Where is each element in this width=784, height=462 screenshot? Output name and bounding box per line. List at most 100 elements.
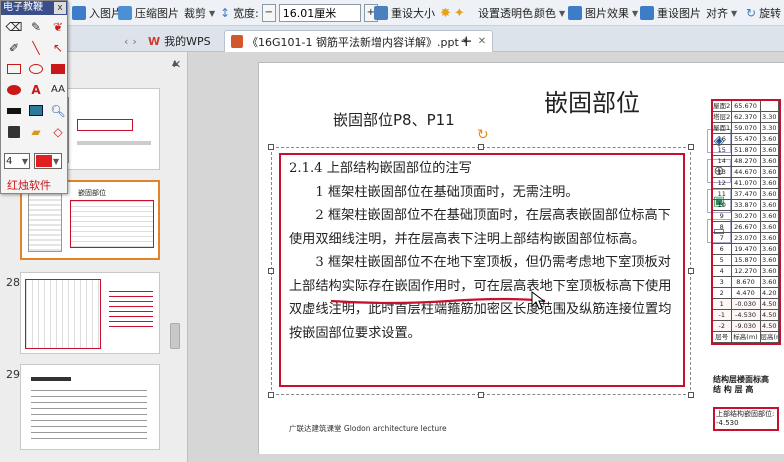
table-cell: 9 xyxy=(713,211,732,221)
table-cell: 30.270 xyxy=(732,211,761,221)
set-transparent-button[interactable]: 设置透明色 xyxy=(478,3,533,23)
font-size-tool[interactable]: AA xyxy=(48,80,68,99)
pencil-icon: ✐ xyxy=(8,40,20,55)
filled-ellipse-tool[interactable] xyxy=(4,80,24,99)
new-tab-button[interactable]: + xyxy=(454,30,479,52)
table-cell xyxy=(761,101,779,111)
resize-handle[interactable] xyxy=(268,268,274,274)
ellipse-icon xyxy=(29,63,43,74)
toolbox-titlebar[interactable]: 电子教鞭 x xyxy=(1,1,67,15)
table-cell: 3 xyxy=(713,277,732,287)
table-cell: 5 xyxy=(713,255,732,265)
tab-ppt[interactable]: 《16G101-1 钢筋平法新增内容详解》.ppt * ✕ xyxy=(224,30,494,52)
picture-effect-button[interactable]: 图片效果 ▼ xyxy=(568,3,638,23)
star-icon[interactable]: ✦ xyxy=(454,6,465,21)
tab-wps[interactable]: W 我的WPS xyxy=(142,30,217,52)
magnifier-icon: 🔍︎ xyxy=(50,103,66,118)
reset-size-button[interactable]: 重设大小 xyxy=(374,3,435,23)
table-cell: 塔层2 xyxy=(713,112,732,122)
resize-handle[interactable] xyxy=(268,144,274,150)
table-cell: 4.50 xyxy=(761,321,779,331)
table-row: 塔层2 62.370 3.30 xyxy=(713,112,779,123)
pen-color-select[interactable]: ▼ xyxy=(34,153,62,169)
table-row: 16 55.470 3.60 xyxy=(713,134,779,145)
table-row: 12 41.070 3.60 xyxy=(713,178,779,189)
open-tool[interactable]: ▰ xyxy=(26,122,46,141)
reset-picture-button[interactable]: 重设图片 xyxy=(640,3,701,23)
thumbnail-scrollbar[interactable]: ▲ xyxy=(168,58,182,458)
thumb-figure xyxy=(28,186,62,252)
rotate-handle-icon[interactable]: ↻ xyxy=(477,127,489,143)
resize-handle[interactable] xyxy=(478,144,484,150)
table-cell: -1 xyxy=(713,310,732,320)
sparkle-icon[interactable]: ✸ xyxy=(440,6,451,21)
scrollbar-thumb[interactable] xyxy=(170,323,180,349)
chevron-down-icon: ▼ xyxy=(731,8,738,18)
slide-thumbnail[interactable] xyxy=(20,364,160,450)
filled-rect-tool[interactable] xyxy=(48,59,68,78)
thumb-text-lines xyxy=(31,389,147,439)
close-icon[interactable]: x xyxy=(54,2,66,14)
slide-number: 29 xyxy=(6,368,20,381)
resize-handle[interactable] xyxy=(478,392,484,398)
text-tool[interactable]: A xyxy=(26,80,46,99)
screen-tool[interactable] xyxy=(26,101,46,120)
width-input[interactable] xyxy=(278,4,361,22)
table-cell: 3.60 xyxy=(761,167,779,177)
pencil-tool[interactable]: ✐ xyxy=(4,38,24,57)
eraser-icon: ⌫ xyxy=(5,19,23,34)
decrease-width-button[interactable]: − xyxy=(261,4,276,22)
table-cell: 15 xyxy=(713,145,732,155)
pen-tool[interactable]: ✎ xyxy=(26,17,46,36)
highlighted-text-box[interactable]: 2.1.4 上部结构嵌固部位的注写 1 框架柱嵌固部位在基础顶面时，无需注明。 … xyxy=(279,153,685,387)
diamond-tool[interactable]: ◇ xyxy=(48,122,68,141)
save-tool[interactable] xyxy=(4,122,24,141)
table-cell: 3.60 xyxy=(761,233,779,243)
tool-grid: ⌫ ✎ ❦ ✐ ╲ ↖ A AA 🔍︎ ▰ ◇ xyxy=(1,15,67,141)
scroll-up-icon[interactable]: ▲ xyxy=(168,58,182,70)
resize-handle[interactable] xyxy=(688,392,694,398)
table-cell: 37.470 xyxy=(732,189,761,199)
resize-handle[interactable] xyxy=(268,392,274,398)
color-button[interactable]: 颜色 ▼ xyxy=(534,3,565,23)
paragraph-1: 1 框架柱嵌固部位在基础顶面时，无需注明。 xyxy=(315,184,579,200)
table-cell: 3.60 xyxy=(761,277,779,287)
thumb-red-box xyxy=(77,119,133,131)
table-cell: 层号 xyxy=(713,332,732,342)
table-cell: 14 xyxy=(713,156,732,166)
table-row: 2 4.470 4.20 xyxy=(713,288,779,299)
align-button[interactable]: 对齐 ▼ xyxy=(706,3,737,23)
table-cell: 3.60 xyxy=(761,266,779,276)
table-row: 屋面2 65.670 xyxy=(713,101,779,112)
compress-picture-button[interactable]: 压缩图片 xyxy=(118,3,179,23)
table-cell: 19.470 xyxy=(732,244,761,254)
slide-canvas[interactable]: 嵌固部位 嵌固部位P8、P11 ↻ 2.1.4 上部结构嵌固部位的注写 1 框架… xyxy=(258,62,784,454)
ribbon-toolbar: 入图片 压缩图片 裁剪 ▼ ↕ 宽度: − + 重设大小 ✸ ✦ 设置透明色 颜… xyxy=(0,0,784,26)
chevron-left-icon[interactable]: ‹ xyxy=(124,35,128,48)
brush-tool[interactable]: ❦ xyxy=(48,17,68,36)
slide-thumbnail[interactable] xyxy=(20,272,160,354)
line-width-select[interactable]: 4 ▼ xyxy=(4,153,30,169)
close-tab-button[interactable]: ✕ xyxy=(478,36,486,47)
highlight-tool[interactable] xyxy=(4,101,24,120)
arrow-tool[interactable]: ↖ xyxy=(48,38,68,57)
magnifier-tool[interactable]: 🔍︎ xyxy=(48,101,68,120)
table-cell: 7 xyxy=(713,233,732,243)
table-row: 15 51.870 3.60 xyxy=(713,145,779,156)
ellipse-tool[interactable] xyxy=(26,59,46,78)
document-tabs: ‹ › W 我的WPS 《16G101-1 钢筋平法新增内容详解》.ppt * … xyxy=(0,26,784,52)
table-cell: 3.60 xyxy=(761,244,779,254)
eraser-tool[interactable]: ⌫ xyxy=(4,17,24,36)
nav-arrows: ‹ › xyxy=(118,30,143,52)
draw-toolbox[interactable]: 电子教鞭 x ⌫ ✎ ❦ ✐ ╲ ↖ A AA 🔍︎ ▰ ◇ 4 ▼ ▼ 红烛软… xyxy=(0,0,68,194)
rect-tool[interactable] xyxy=(4,59,24,78)
resize-handle[interactable] xyxy=(688,268,694,274)
resize-handle[interactable] xyxy=(688,144,694,150)
thumb-red-box xyxy=(70,200,154,248)
crop-button[interactable]: 裁剪 ▼ xyxy=(184,3,215,23)
insert-picture-button[interactable]: 入图片 xyxy=(72,3,122,23)
rotate-button[interactable]: ↻ 旋转 xyxy=(746,3,781,23)
pen-icon: ✎ xyxy=(30,19,42,34)
chevron-right-icon[interactable]: › xyxy=(132,35,136,48)
line-tool[interactable]: ╲ xyxy=(26,38,46,57)
